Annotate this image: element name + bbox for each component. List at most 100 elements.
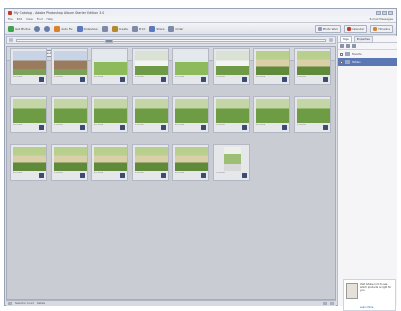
photo-thumbnail[interactable]: 6/1/2004 (10, 96, 47, 133)
menu-edit[interactable]: Edit (17, 17, 22, 21)
photo-date: 6/1/2004 (175, 76, 184, 78)
photo-date: 6/1/2004 (134, 172, 144, 174)
photo-image (134, 51, 168, 75)
photo-date: 6/1/2004 (134, 124, 144, 126)
photo-date: 6/1/2004 (175, 124, 184, 126)
timeline-end-icon (329, 38, 333, 42)
tab-properties[interactable]: Properties (353, 35, 373, 43)
status-bar: Selection Count Details (6, 300, 336, 306)
photo-thumbnail[interactable]: 6/1/2004 (91, 144, 128, 181)
timeline-slider-thumb[interactable] (105, 38, 113, 43)
photo-thumbnail[interactable]: 6/1/2004 (212, 48, 250, 85)
photo-thumbnail[interactable]: 6/1/2004 (91, 96, 128, 133)
share-button[interactable]: Share (149, 25, 164, 32)
tag-row-hidden[interactable]: Hidden (338, 58, 397, 66)
tag-badge-icon (120, 77, 125, 82)
timeline-button[interactable]: Timeline (370, 24, 393, 33)
photo-image (256, 99, 289, 123)
photo-thumbnail[interactable]: 6/1/2004 (172, 48, 209, 85)
delete-tag-icon[interactable] (352, 44, 356, 48)
view-size-small-icon[interactable] (323, 302, 327, 305)
create-button[interactable]: Create (111, 25, 128, 32)
camera-icon (8, 25, 14, 32)
photo-thumbnail[interactable]: 6/1/2004 (50, 96, 88, 133)
order-button[interactable]: Order (168, 25, 183, 32)
share-icon (149, 25, 156, 32)
photo-thumbnail[interactable]: 6/1/2004 (50, 144, 88, 181)
view-size-large-icon[interactable] (330, 302, 334, 305)
menu-view[interactable]: View (26, 17, 33, 21)
tag-badge-icon (201, 77, 206, 82)
photo-thumbnail[interactable]: 6/1/2004 (131, 48, 169, 85)
photo-image (53, 147, 87, 171)
print-button[interactable]: Print (131, 25, 145, 32)
photo-date: 6/1/2004 (215, 172, 225, 174)
timeline-bar (6, 36, 336, 44)
photo-thumbnail[interactable]: 6/1/2004 (212, 144, 250, 181)
photo-image (94, 147, 127, 171)
photo-thumbnail[interactable]: 6/1/2004 (253, 48, 290, 85)
photo-thumbnail[interactable]: 6/1/2004 (172, 96, 209, 133)
create-icon (111, 25, 118, 32)
tag-badge-icon (79, 77, 85, 82)
order-icon (168, 25, 175, 32)
promo-text: Visit Adobe.com to see which products is… (360, 283, 392, 292)
edit-tag-icon[interactable] (346, 44, 350, 48)
photo-image (13, 147, 46, 171)
tag-badge-icon (39, 77, 44, 82)
menu-file[interactable]: File (8, 17, 13, 21)
tag-checkbox[interactable] (340, 60, 343, 64)
close-button[interactable] (388, 10, 393, 15)
auto-fix-button[interactable]: Auto Fix (54, 25, 73, 32)
photo-thumbnail[interactable]: 6/1/2004 (10, 48, 47, 85)
new-tag-icon[interactable] (340, 44, 344, 48)
tab-tags[interactable]: Tags (340, 35, 352, 43)
tag-badge-icon (282, 77, 287, 82)
tag-badge-icon (241, 125, 247, 130)
tag-checkbox[interactable] (340, 52, 343, 56)
photo-image (223, 147, 241, 171)
rotate-button[interactable] (101, 25, 108, 32)
timeline-slider[interactable] (16, 38, 326, 43)
tag-badge-icon (322, 125, 328, 130)
photo-thumbnail[interactable]: 6/1/2004 (212, 96, 250, 133)
rotate-icon (101, 25, 108, 32)
forward-button[interactable] (44, 25, 51, 32)
panel-toolbar (338, 43, 397, 50)
photo-thumbnail[interactable]: 6/1/2004 (50, 48, 88, 85)
tag-badge-icon (160, 125, 166, 130)
menu-help[interactable]: Help (46, 17, 52, 21)
photo-thumbnail[interactable]: 6/1/2004 (172, 144, 209, 181)
tag-row-favorite[interactable]: Favorite (338, 50, 397, 58)
learn-more-link[interactable]: Learn More (360, 306, 373, 309)
minimize-button[interactable] (376, 10, 381, 15)
email-messages-link[interactable]: E-mail Messages (370, 17, 393, 21)
slideshow-button[interactable]: Slideshow (76, 25, 98, 32)
photo-well-button[interactable]: Photo Well (314, 24, 341, 33)
get-photos-button[interactable]: Get Photos (8, 25, 30, 32)
back-arrow-icon (34, 25, 41, 32)
maximize-button[interactable] (382, 10, 387, 15)
tag-badge-icon (282, 125, 287, 130)
photo-image (134, 99, 168, 123)
panel-tabs: Tags Properties (338, 35, 397, 43)
photo-thumbnail[interactable]: 6/1/2004 (253, 96, 290, 133)
photo-thumbnail[interactable]: 6/1/2004 (131, 144, 169, 181)
tag-icon (345, 60, 350, 64)
photo-date: 6/1/2004 (215, 124, 225, 126)
photo-image (53, 51, 87, 75)
details-toggle[interactable]: Details (37, 302, 45, 305)
calendar-button[interactable]: Calendar (343, 24, 368, 33)
photo-image (256, 51, 289, 75)
photo-thumbnail[interactable]: 6/1/2004 (293, 48, 331, 85)
menu-find[interactable]: Find (37, 17, 43, 21)
photo-image (134, 147, 168, 171)
back-button[interactable] (34, 25, 41, 32)
printer-icon (131, 25, 138, 32)
photo-thumbnail[interactable]: 6/1/2004 (10, 144, 47, 181)
photo-thumbnail[interactable]: 6/1/2004 (293, 96, 331, 133)
photo-thumbnail[interactable]: 6/1/2004 (131, 96, 169, 133)
photo-date: 6/1/2004 (13, 124, 22, 126)
photo-thumbnail[interactable]: 6/1/2004 (91, 48, 128, 85)
tag-badge-icon (39, 173, 44, 178)
